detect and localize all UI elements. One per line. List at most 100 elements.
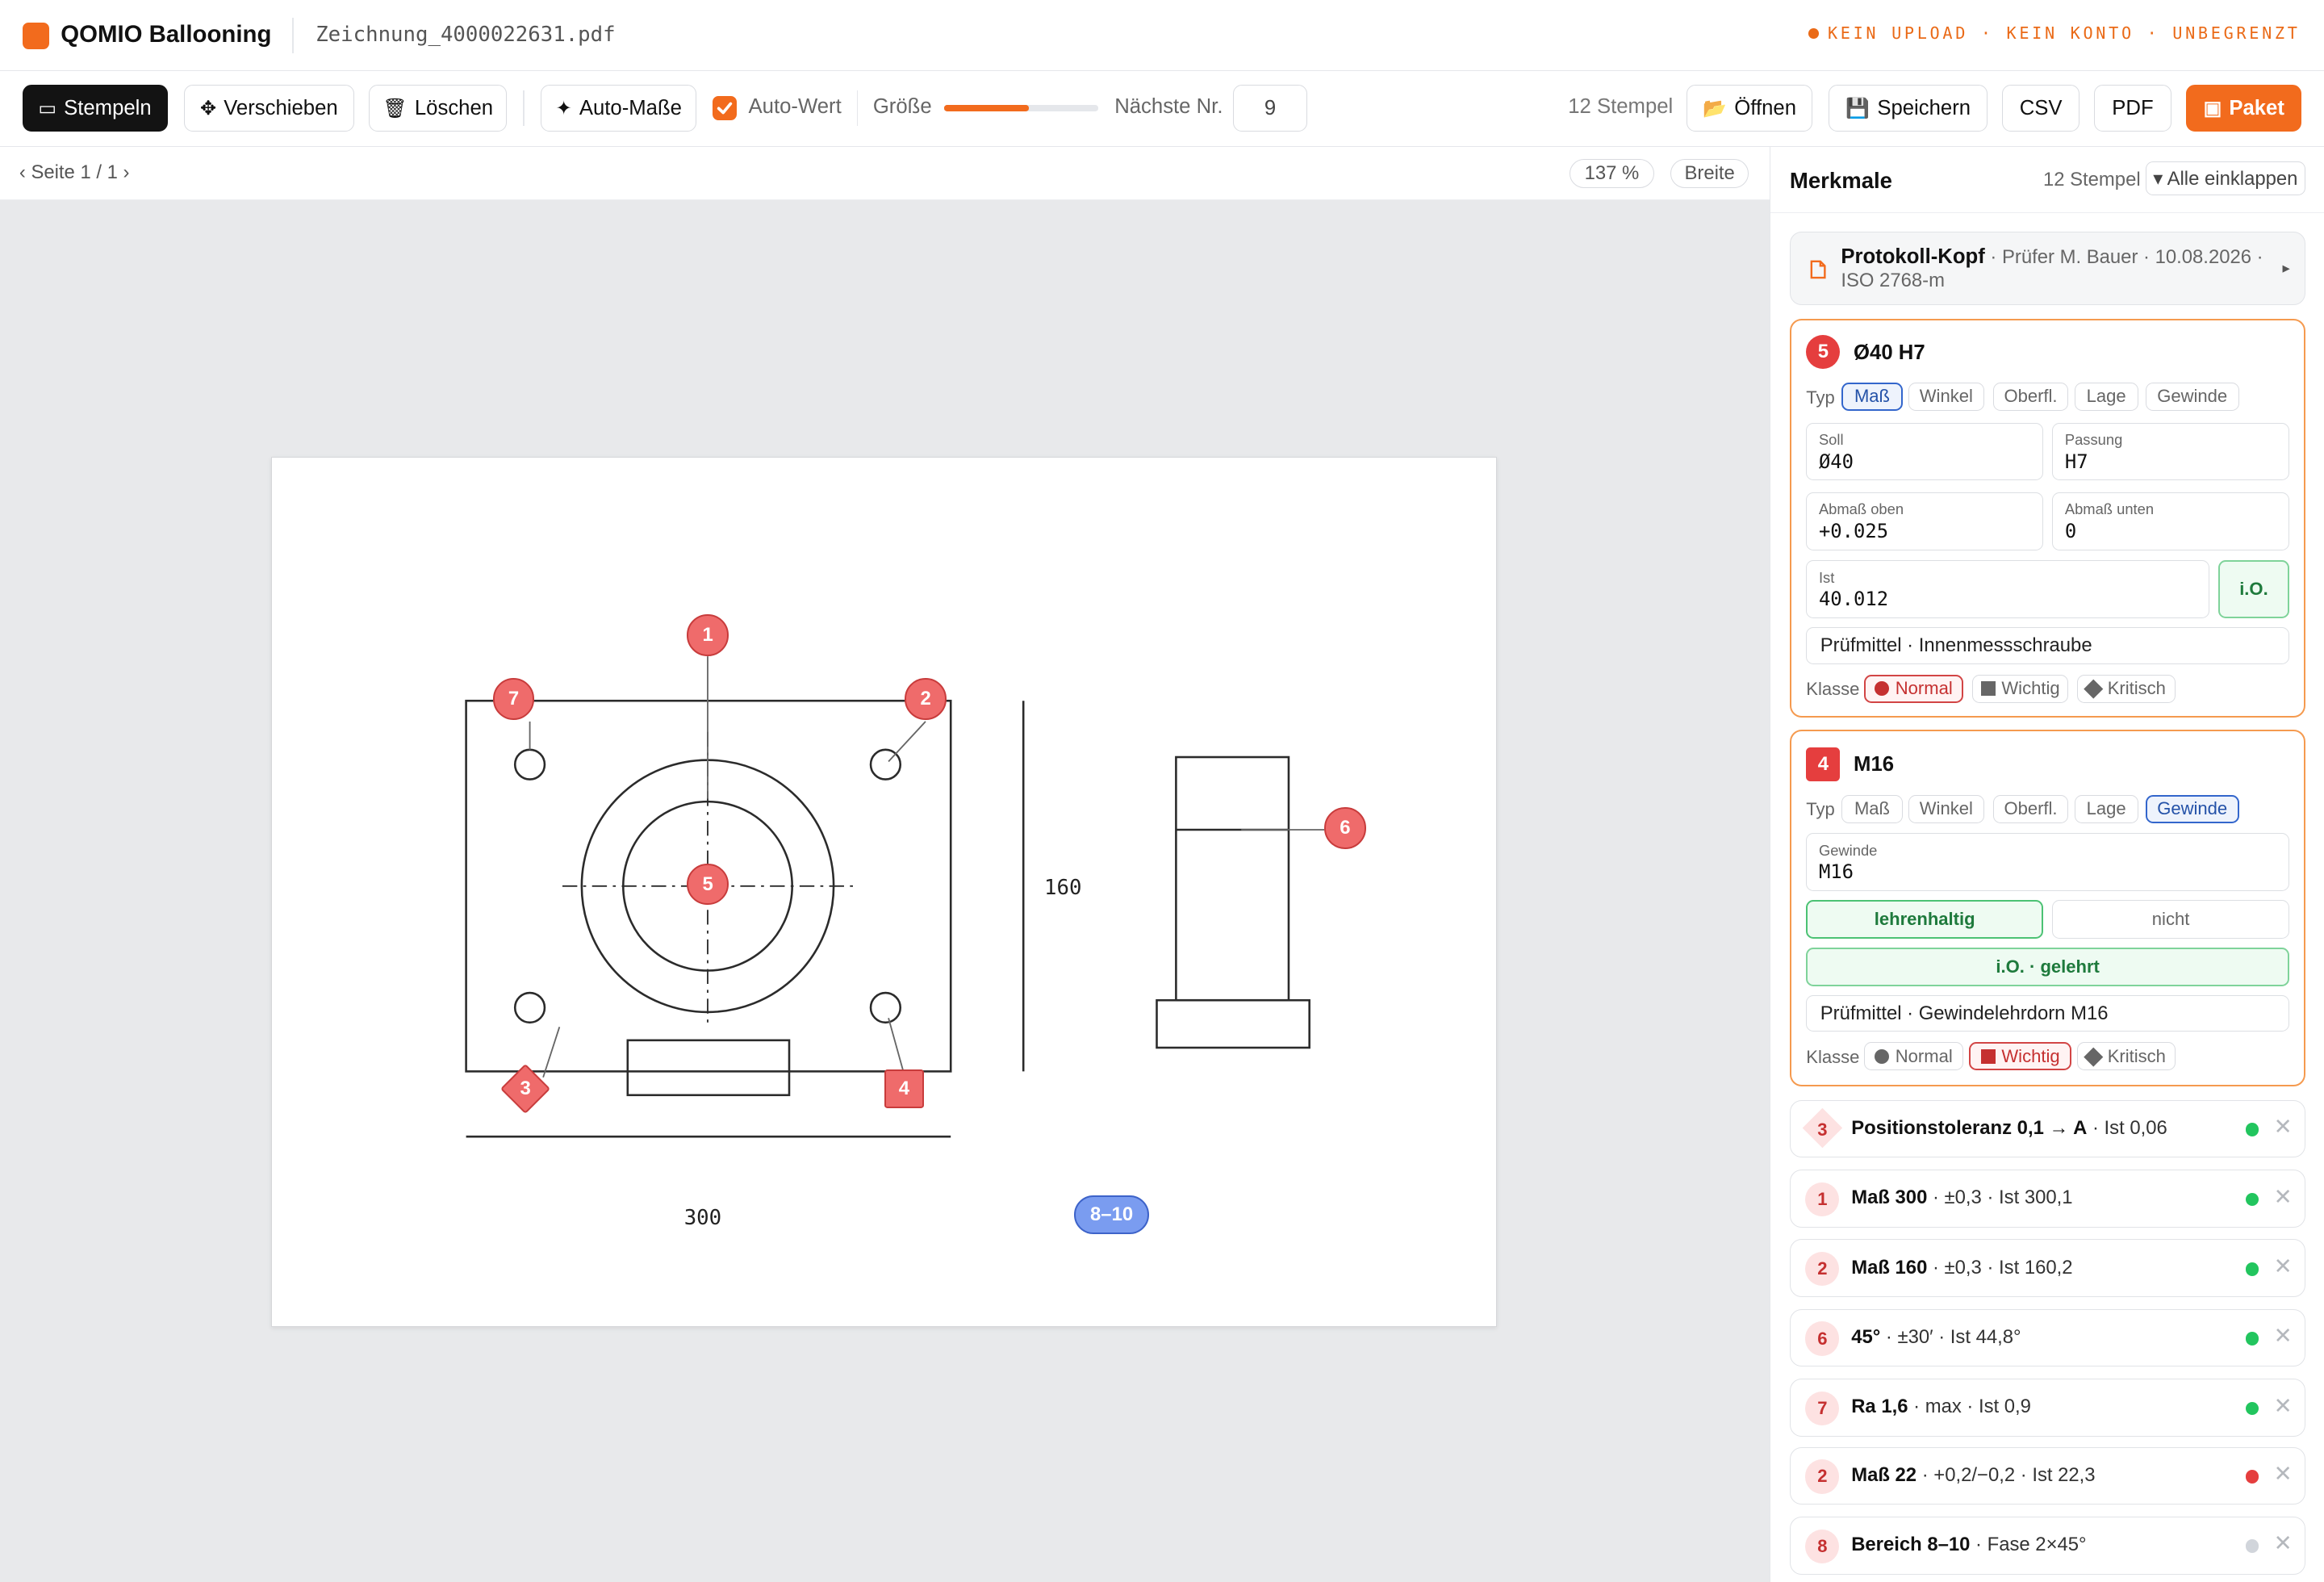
size-slider[interactable]	[943, 105, 1098, 111]
feature-row[interactable]: 3 Positionstoleranz 0,1 → A · Ist 0,06 ✕	[1789, 1099, 2306, 1158]
drawing-page[interactable]: 300 160 1 2 7 5 6 4 3 8–10	[271, 456, 1498, 1327]
package-label: Paket	[2229, 96, 2284, 119]
remove-icon[interactable]: ✕	[2274, 1323, 2293, 1349]
pdf-export-button[interactable]: PDF	[2094, 84, 2171, 132]
stamp-tool-button[interactable]: ▭ Stempeln	[22, 84, 168, 132]
dimension-label-160: 160	[1044, 875, 1082, 900]
thread-value: M16	[1818, 860, 1854, 884]
thread-label: Gewinde	[1818, 841, 1878, 859]
features-panel: Merkmale 12 Stempel ▾ Alle einklappen Pr…	[1770, 146, 2324, 1582]
collapse-all-button[interactable]: ▾ Alle einklappen	[2145, 161, 2306, 196]
feature-row[interactable]: 2 Maß 160 · ±0,3 · Ist 160,2 ✕	[1789, 1239, 2306, 1298]
panel-stamp-count: 12 Stempel	[2042, 169, 2141, 191]
class-chip-important[interactable]: Wichtig	[1969, 1042, 2071, 1071]
type-chip-thread[interactable]: Gewinde	[2145, 794, 2239, 823]
type-chip-surface[interactable]: Oberfl.	[1992, 794, 2069, 823]
feature-row[interactable]: 7 Ra 1,6 · max · Ist 0,9 ✕	[1789, 1379, 2306, 1437]
type-chip-thread[interactable]: Gewinde	[2145, 383, 2239, 411]
package-icon: ▣	[2203, 97, 2222, 119]
class-chip-important[interactable]: Wichtig	[1971, 674, 2069, 703]
balloon-range-8-10[interactable]: 8–10	[1073, 1195, 1150, 1235]
balloon-6[interactable]: 6	[1324, 807, 1366, 849]
status-dot-icon	[2245, 1401, 2259, 1416]
balloon-5[interactable]: 5	[687, 863, 729, 906]
class-important-label: Wichtig	[2001, 1045, 2060, 1066]
actual-value: 40.012	[1818, 588, 1889, 611]
fit-width-button[interactable]: Breite	[1670, 158, 1749, 189]
feature-row-title: Bereich 8–10	[1851, 1534, 1971, 1556]
expand-arrow-icon: ▸	[2282, 258, 2290, 276]
status-ok-badge[interactable]: i.O.	[2217, 560, 2290, 619]
upper-deviation-field[interactable]: Abmaß oben +0.025	[1806, 492, 2044, 550]
class-chip-critical[interactable]: Kritisch	[2077, 674, 2176, 703]
privacy-tagline: KEIN UPLOAD · KEIN KONTO · UNBEGRENZT	[1808, 23, 2300, 43]
class-chip-normal[interactable]: Normal	[1863, 1042, 1963, 1071]
drawing-canvas[interactable]: 300 160 1 2 7 5 6 4 3 8–10	[0, 199, 1770, 1582]
gauge-pass-button[interactable]: lehrenhaltig	[1806, 900, 2044, 939]
actual-value-field[interactable]: Ist 40.012	[1806, 560, 2209, 619]
actual-value-label: Ist	[1818, 568, 1835, 586]
size-label: Größe	[872, 94, 932, 118]
nominal-value: Ø40	[1818, 450, 1854, 473]
fit-field[interactable]: Passung H7	[2052, 422, 2289, 481]
base-slot	[626, 1039, 791, 1096]
thread-field[interactable]: Gewinde M16	[1806, 833, 2289, 891]
type-chip-angle[interactable]: Winkel	[1908, 383, 1984, 411]
status-dot-icon	[2245, 1123, 2259, 1136]
auto-value-label: Auto-Wert	[748, 94, 842, 118]
feature-row[interactable]: 1 Maß 300 · ±0,3 · Ist 300,1 ✕	[1789, 1170, 2306, 1228]
feature-summary: Ra 1,6 · max · Ist 0,9	[1851, 1396, 2031, 1418]
remove-icon[interactable]: ✕	[2274, 1461, 2293, 1487]
feature-row[interactable]: 8 Bereich 8–10 · Fase 2×45° ✕	[1789, 1516, 2306, 1575]
auto-value-checkbox[interactable]	[713, 96, 737, 120]
type-chip-position[interactable]: Lage	[2074, 794, 2138, 823]
open-button[interactable]: 📂 Öffnen	[1687, 84, 1813, 132]
delete-tool-button[interactable]: 🗑 Löschen	[369, 84, 508, 132]
lower-deviation-field[interactable]: Abmaß unten 0	[2052, 492, 2289, 550]
csv-export-button[interactable]: CSV	[2002, 84, 2079, 132]
remove-icon[interactable]: ✕	[2274, 1114, 2293, 1140]
document-icon	[1810, 261, 1826, 279]
feature-row[interactable]: 2 Maß 22 · +0,2/−0,2 · Ist 22,3 ✕	[1789, 1446, 2306, 1505]
type-chip-position[interactable]: Lage	[2074, 383, 2138, 411]
class-chip-critical[interactable]: Kritisch	[2077, 1042, 2176, 1071]
inspection-tool-field[interactable]: Prüfmittel · Gewindelehrdorn M16	[1806, 994, 2289, 1032]
remove-icon[interactable]: ✕	[2274, 1393, 2293, 1419]
feature-row-detail: · ±0,3 · Ist 160,2	[1927, 1256, 2073, 1279]
inspection-tool-field[interactable]: Prüfmittel · Innenmessschraube	[1806, 627, 2289, 664]
divider	[291, 18, 294, 54]
balloon-1[interactable]: 1	[687, 614, 729, 656]
save-button[interactable]: 💾 Speichern	[1829, 84, 1988, 132]
app-logo-icon	[22, 22, 49, 49]
zoom-level[interactable]: 137 %	[1570, 158, 1654, 189]
feature-card-5[interactable]: 5 Ø40 H7 Typ Maß Winkel Oberfl. Lage Gew…	[1789, 318, 2306, 718]
gauge-fail-button[interactable]: nicht	[2052, 900, 2289, 939]
status-dot-icon	[2245, 1539, 2259, 1553]
class-normal-label: Normal	[1895, 678, 1953, 699]
balloon-2[interactable]: 2	[905, 678, 947, 720]
type-chip-angle[interactable]: Winkel	[1908, 794, 1984, 823]
type-chip-dimension[interactable]: Maß	[1841, 383, 1903, 411]
remove-icon[interactable]: ✕	[2274, 1253, 2293, 1279]
balloon-7[interactable]: 7	[492, 678, 535, 720]
protocol-header-card[interactable]: Protokoll-Kopf · Prüfer M. Bauer · 10.08…	[1789, 231, 2306, 306]
feature-number-badge: 4	[1806, 747, 1841, 782]
type-chip-surface[interactable]: Oberfl.	[1992, 383, 2069, 411]
balloon-4[interactable]: 4	[884, 1069, 925, 1108]
feature-row-title: Maß 22	[1851, 1463, 1917, 1486]
floppy-icon: 💾	[1845, 97, 1870, 119]
move-tool-button[interactable]: ✥ Verschieben	[183, 84, 354, 132]
class-chip-normal[interactable]: Normal	[1863, 674, 1963, 703]
type-chip-dimension[interactable]: Maß	[1841, 794, 1903, 823]
auto-dimensions-button[interactable]: ✦ Auto-Maße	[541, 84, 697, 132]
feature-card-4[interactable]: 4 M16 Typ Maß Winkel Oberfl. Lage Gewind…	[1789, 729, 2306, 1087]
nominal-field[interactable]: Soll Ø40	[1806, 422, 2044, 481]
package-export-button[interactable]: ▣ Paket	[2186, 84, 2302, 132]
feature-summary: Bereich 8–10 · Fase 2×45°	[1851, 1534, 2086, 1556]
remove-icon[interactable]: ✕	[2274, 1184, 2293, 1210]
next-number-input[interactable]: 9	[1233, 84, 1307, 132]
feature-title: M16	[1854, 753, 1895, 776]
page-navigation[interactable]: ‹ Seite 1 / 1 ›	[19, 161, 130, 184]
feature-row[interactable]: 6 45° · ±30′ · Ist 44,8° ✕	[1789, 1308, 2306, 1367]
remove-icon[interactable]: ✕	[2274, 1530, 2293, 1556]
